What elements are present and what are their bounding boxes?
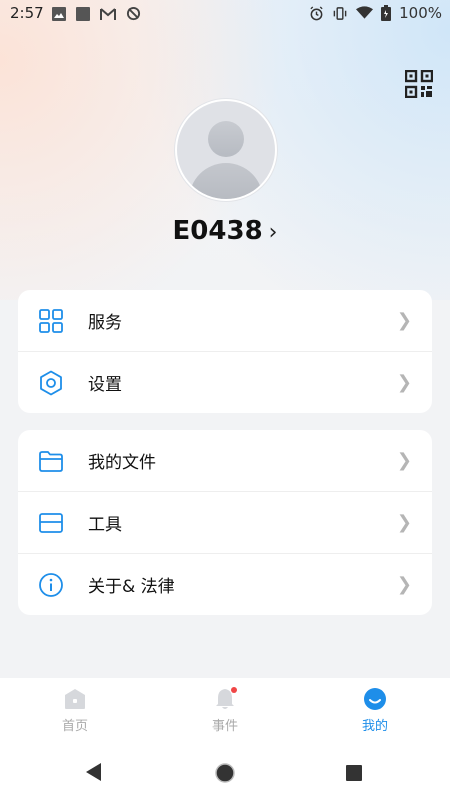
back-icon[interactable] xyxy=(86,763,102,781)
wifi-icon xyxy=(356,6,374,19)
nav-tab-label: 事件 xyxy=(211,719,238,734)
nav-tab-label: 我的 xyxy=(361,719,388,734)
notification-icons xyxy=(52,6,141,21)
grid-icon xyxy=(39,309,63,333)
chevron-right-icon: ❯ xyxy=(396,372,412,393)
recents-icon[interactable] xyxy=(346,765,362,781)
avatar-head xyxy=(208,121,244,157)
sync-off-icon xyxy=(126,6,141,21)
home-icon xyxy=(65,689,85,709)
chevron-right-icon: ❯ xyxy=(396,512,412,533)
qr-code-icon[interactable] xyxy=(405,70,433,98)
profile-smile-icon xyxy=(364,688,386,710)
chevron-right-icon: ❯ xyxy=(396,450,412,471)
square-notification-icon xyxy=(76,6,90,21)
avatar[interactable] xyxy=(175,99,277,201)
home-button-icon[interactable] xyxy=(215,763,235,783)
system-status-icons: 100% xyxy=(309,4,442,22)
toolbox-icon xyxy=(39,513,63,533)
folder-icon xyxy=(39,451,63,472)
chevron-right-icon: › xyxy=(268,220,278,245)
battery-icon xyxy=(381,5,392,21)
status-time: 2:57 xyxy=(10,4,44,22)
nav-tab-home[interactable]: 首页 xyxy=(0,678,150,740)
nav-tab-events[interactable]: 事件 xyxy=(150,678,300,740)
menu-item-about-legal[interactable]: 关于& 法律 ❯ xyxy=(18,553,432,615)
menu-item-label: 设置 xyxy=(88,375,122,395)
image-notification-icon xyxy=(52,6,66,21)
menu-item-label: 工具 xyxy=(88,515,122,535)
menu-item-services[interactable]: 服务 ❯ xyxy=(18,290,432,351)
hexagon-settings-icon xyxy=(40,370,62,396)
menu-item-tools[interactable]: 工具 ❯ xyxy=(18,491,432,553)
system-navigation-bar xyxy=(0,740,450,800)
vibrate-icon xyxy=(333,6,347,20)
notification-badge xyxy=(231,687,237,693)
nav-tab-mine[interactable]: 我的 xyxy=(300,678,450,740)
username: E0438 xyxy=(172,216,263,246)
menu-item-my-files[interactable]: 我的文件 ❯ xyxy=(18,430,432,491)
menu-item-label: 我的文件 xyxy=(88,453,156,473)
username-row[interactable]: E0438 › xyxy=(0,216,450,246)
avatar-body xyxy=(189,163,263,199)
gmail-icon xyxy=(100,7,116,20)
status-bar: 2:57 100% xyxy=(0,0,450,28)
chevron-right-icon: ❯ xyxy=(396,310,412,331)
chevron-right-icon: ❯ xyxy=(396,574,412,595)
battery-percent: 100% xyxy=(399,4,442,22)
menu-card-services: 服务 ❯ 设置 ❯ xyxy=(18,290,432,413)
menu-item-label: 关于& 法律 xyxy=(88,577,175,597)
bottom-navigation: 首页 事件 我的 xyxy=(0,678,450,740)
info-icon xyxy=(39,573,63,597)
menu-item-label: 服务 xyxy=(88,313,122,333)
alarm-icon xyxy=(310,5,323,20)
nav-tab-label: 首页 xyxy=(61,719,88,734)
menu-item-settings[interactable]: 设置 ❯ xyxy=(18,351,432,413)
menu-card-files: 我的文件 ❯ 工具 ❯ 关于& 法律 ❯ xyxy=(18,430,432,615)
